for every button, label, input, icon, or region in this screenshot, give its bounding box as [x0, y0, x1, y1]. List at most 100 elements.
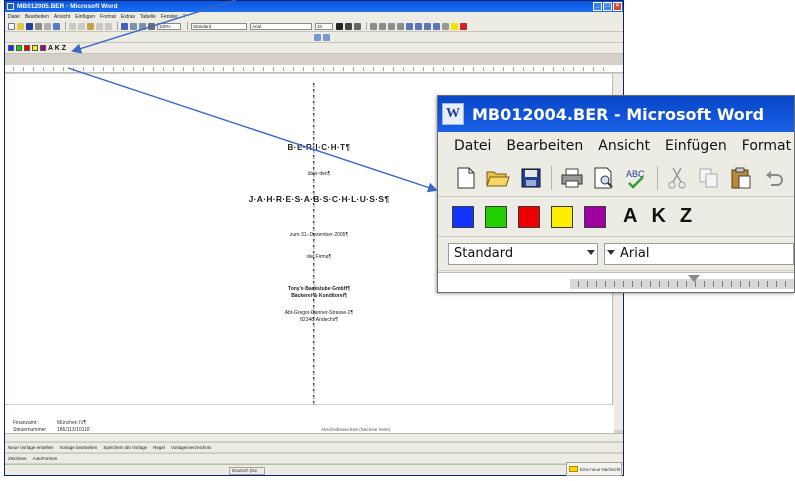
- table-icon[interactable]: [130, 22, 137, 30]
- copy-icon[interactable]: [698, 167, 721, 189]
- screenshot-stage: MB012005.BER - Microsoft Word _ □ × Date…: [0, 0, 795, 481]
- font-combo[interactable]: Arial: [250, 22, 312, 30]
- standard-toolbar: 100% Standard Arial 10: [5, 21, 623, 32]
- zoom-menu-datei[interactable]: Datei: [454, 138, 491, 154]
- menu-fenster[interactable]: Fenster: [161, 14, 178, 20]
- paste-icon[interactable]: [87, 22, 94, 30]
- zoom-menu-bar: Datei Bearbeiten Ansicht Einfügen Format…: [438, 132, 794, 159]
- align-right-icon[interactable]: [388, 22, 395, 30]
- bullets-icon[interactable]: [415, 22, 422, 30]
- copy-icon[interactable]: [78, 22, 85, 30]
- horizontal-scrollbar[interactable]: [5, 433, 623, 441]
- web-toolbar-icon-2[interactable]: [323, 33, 330, 41]
- red-swatch[interactable]: [24, 45, 30, 51]
- akz-toolbar-buttons[interactable]: A K Z: [48, 45, 66, 52]
- indent-icon[interactable]: [424, 22, 431, 30]
- speichern-als-vorlage-button[interactable]: Speichern als Vorlage: [103, 445, 147, 450]
- redo-icon[interactable]: [105, 22, 112, 30]
- zoom-green-swatch[interactable]: [485, 205, 507, 228]
- spellcheck-icon[interactable]: ABC: [624, 167, 647, 189]
- underline-icon[interactable]: [354, 22, 361, 30]
- columns-icon[interactable]: [139, 22, 146, 30]
- vorlage-bearbeiten-button[interactable]: Vorlage bearbeiten: [60, 445, 98, 450]
- new-message-notification[interactable]: Eine neue Nachricht: [566, 462, 622, 476]
- menu-extras[interactable]: Extras: [121, 14, 135, 20]
- zoom-k-button[interactable]: K: [651, 205, 665, 228]
- undo-icon[interactable]: [96, 22, 103, 30]
- neue-vorlage-button[interactable]: Neue Vorlage erstellen: [8, 445, 54, 450]
- border-icon[interactable]: [442, 22, 449, 30]
- maximize-button[interactable]: □: [603, 2, 612, 11]
- horizontal-ruler[interactable]: [5, 65, 623, 73]
- chevron-down-icon[interactable]: [587, 249, 595, 255]
- vorlagenverzeichnis-button[interactable]: Vorlagenverzeichnis: [171, 445, 211, 450]
- style-combo[interactable]: Standard: [191, 22, 247, 30]
- zoom-yellow-swatch[interactable]: [551, 205, 573, 228]
- print-preview-icon[interactable]: [592, 167, 615, 189]
- menu-ansicht[interactable]: Ansicht: [54, 14, 70, 20]
- minimize-button[interactable]: _: [593, 2, 602, 11]
- doc-firma-line-2: Bäckerei·&·Konditorei¶: [291, 293, 347, 299]
- undo-icon[interactable]: [762, 167, 785, 189]
- web-toolbar-icon[interactable]: [314, 33, 321, 41]
- show-formatting-icon[interactable]: [148, 22, 155, 30]
- zoom-menu-ansicht[interactable]: Ansicht: [598, 138, 650, 154]
- italic-icon[interactable]: [345, 22, 352, 30]
- spellcheck-icon[interactable]: [53, 22, 60, 30]
- zoom-menu-einfuegen[interactable]: Einfügen: [665, 138, 727, 154]
- yellow-swatch[interactable]: [32, 45, 38, 51]
- zoom-z-button[interactable]: Z: [680, 205, 692, 228]
- print-icon[interactable]: [35, 22, 42, 30]
- highlight-icon[interactable]: [451, 22, 458, 30]
- open-folder-icon[interactable]: [486, 167, 510, 189]
- open-folder-icon[interactable]: [17, 22, 24, 30]
- menu-einfuegen[interactable]: Einfügen: [75, 14, 95, 20]
- word-logo-icon: W: [442, 103, 464, 125]
- close-button[interactable]: ×: [613, 2, 622, 11]
- menu-format[interactable]: Format: [100, 14, 116, 20]
- print-preview-icon[interactable]: [44, 22, 51, 30]
- paste-icon[interactable]: [730, 167, 753, 189]
- zoom-style-combo[interactable]: Standard: [448, 242, 598, 265]
- new-document-icon[interactable]: [454, 167, 477, 189]
- save-icon[interactable]: [519, 167, 542, 189]
- font-size-combo[interactable]: 10: [315, 22, 333, 30]
- cut-icon[interactable]: [666, 167, 689, 189]
- menu-tabelle[interactable]: Tabelle: [140, 14, 156, 20]
- justify-icon[interactable]: [397, 22, 404, 30]
- zoom-combo[interactable]: 100%: [157, 22, 181, 30]
- chevron-down-icon[interactable]: [607, 249, 615, 255]
- blue-swatch[interactable]: [8, 45, 14, 51]
- zoom-red-swatch[interactable]: [518, 205, 540, 228]
- zoom-purple-swatch[interactable]: [584, 205, 606, 228]
- menu-bearbeiten[interactable]: Bearbeiten: [25, 14, 49, 20]
- zoom-font-combo[interactable]: Arial: [604, 242, 794, 265]
- bold-icon[interactable]: [336, 22, 343, 30]
- new-document-icon[interactable]: [8, 22, 15, 30]
- toolbar-separator: [187, 22, 188, 30]
- align-center-icon[interactable]: [379, 22, 386, 30]
- zoom-ruler[interactable]: [438, 272, 794, 292]
- paragraph-marks: ¶ ¶ ¶ ¶ ¶ ¶ ¶ ¶ ¶ ¶ ¶ ¶ ¶ ¶ ¶ ¶ ¶ ¶ ¶ ¶ …: [312, 83, 316, 405]
- hyperlink-icon[interactable]: [121, 22, 128, 30]
- align-left-icon[interactable]: [370, 22, 377, 30]
- indent-marker[interactable]: [688, 275, 700, 282]
- zeichnen-menu[interactable]: Zeichnen: [8, 456, 27, 461]
- zoom-menu-format[interactable]: Format: [742, 138, 791, 154]
- menu-help[interactable]: ?: [183, 14, 186, 20]
- menu-datei[interactable]: Datei: [8, 14, 20, 20]
- print-icon[interactable]: [560, 167, 583, 189]
- zoom-a-button[interactable]: A: [623, 205, 637, 228]
- cut-icon[interactable]: [69, 22, 76, 30]
- zoom-menu-bearbeiten[interactable]: Bearbeiten: [506, 138, 583, 154]
- outdent-icon[interactable]: [433, 22, 440, 30]
- menu-bar: Datei Bearbeiten Ansicht Einfügen Format…: [5, 12, 623, 21]
- numbering-icon[interactable]: [406, 22, 413, 30]
- zoom-blue-swatch[interactable]: [452, 205, 474, 228]
- autoformen-menu[interactable]: AutoFormen: [33, 456, 58, 461]
- green-swatch[interactable]: [16, 45, 22, 51]
- purple-swatch[interactable]: [40, 45, 46, 51]
- font-color-icon[interactable]: [460, 22, 467, 30]
- regel-button[interactable]: Regel: [153, 445, 165, 450]
- save-icon[interactable]: [26, 22, 33, 30]
